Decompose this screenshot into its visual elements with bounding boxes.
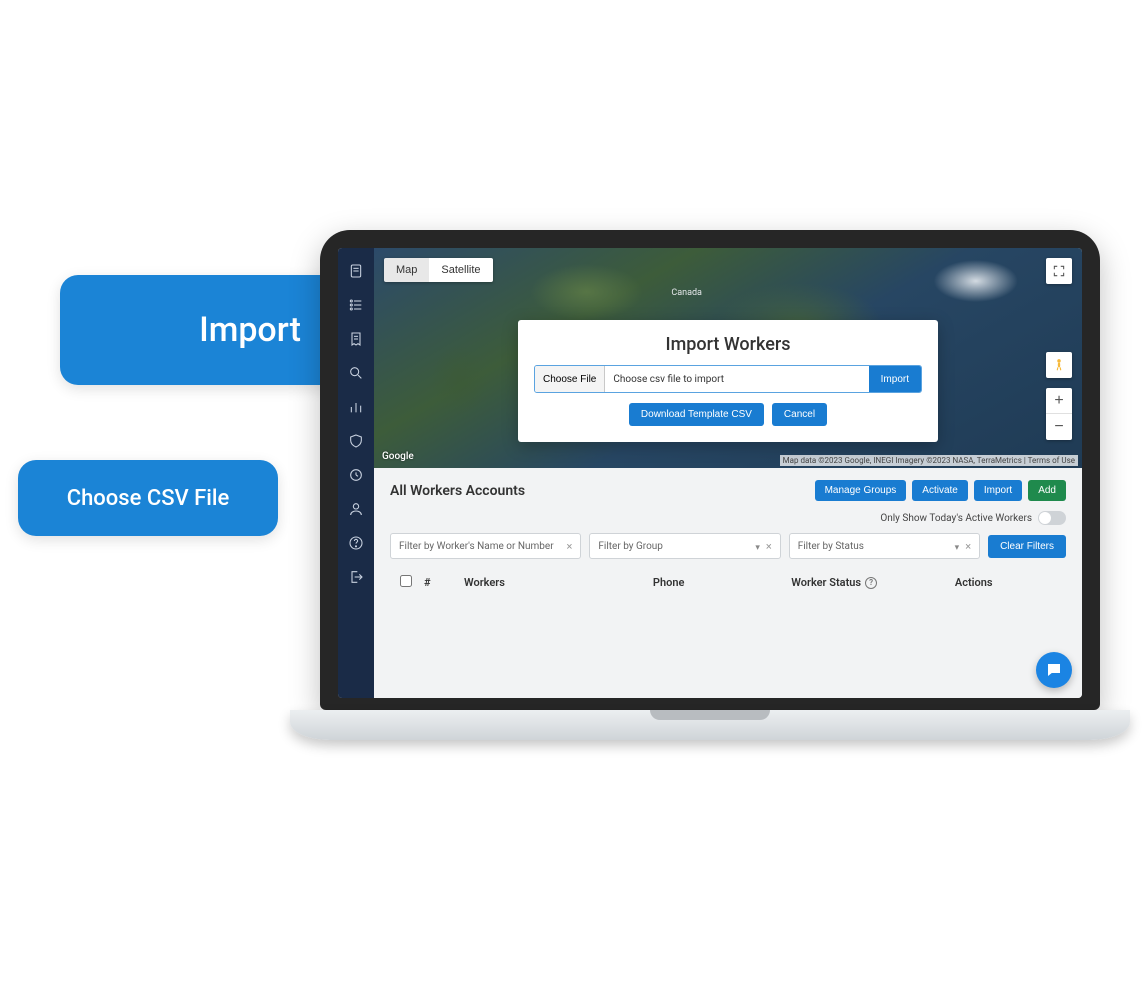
document-icon[interactable]	[347, 262, 365, 280]
workers-section: All Workers Accounts Manage Groups Activ…	[374, 468, 1082, 698]
column-workers: Workers	[458, 576, 647, 589]
sidebar-nav	[338, 248, 374, 698]
search-icon[interactable]	[347, 364, 365, 382]
analytics-icon[interactable]	[347, 398, 365, 416]
checklist-icon[interactable]	[347, 296, 365, 314]
modal-title: Import Workers	[534, 334, 922, 355]
clear-name-filter-icon[interactable]: ×	[566, 540, 572, 553]
zoom-in-button[interactable]: +	[1046, 388, 1072, 414]
map-type-map-button[interactable]: Map	[384, 258, 429, 282]
active-workers-toggle[interactable]	[1038, 511, 1066, 525]
filter-by-status[interactable]: Filter by Status ▾ ×	[789, 533, 980, 559]
map-attribution: Map data ©2023 Google, INEGI Imagery ©20…	[780, 455, 1078, 466]
map-type-satellite-button[interactable]: Satellite	[429, 258, 492, 282]
filter-by-group[interactable]: Filter by Group ▾ ×	[589, 533, 780, 559]
import-workers-modal: Import Workers Choose File Choose csv fi…	[518, 320, 938, 442]
select-all-checkbox[interactable]	[394, 575, 418, 590]
column-phone: Phone	[647, 576, 785, 589]
filter-by-name[interactable]: Filter by Worker's Name or Number ×	[390, 533, 581, 559]
map-area[interactable]: Canada Map Satellite + − Goo	[374, 248, 1082, 468]
laptop-base	[290, 710, 1130, 740]
help-circle-icon[interactable]: ?	[865, 577, 877, 589]
zoom-out-button[interactable]: −	[1046, 414, 1072, 440]
toggle-row: Only Show Today's Active Workers	[390, 511, 1066, 525]
import-button[interactable]: Import	[869, 366, 921, 392]
shield-icon[interactable]	[347, 432, 365, 450]
activate-button[interactable]: Activate	[912, 480, 968, 501]
worker-icon[interactable]	[347, 500, 365, 518]
laptop-screen-bezel: Canada Map Satellite + − Goo	[320, 230, 1100, 710]
clear-status-filter-icon[interactable]: ×	[965, 540, 971, 553]
callout-choose-csv: Choose CSV File	[18, 460, 278, 536]
map-type-switch: Map Satellite	[384, 258, 493, 282]
laptop-notch	[650, 710, 770, 720]
add-button[interactable]: Add	[1028, 480, 1066, 501]
chat-fab[interactable]	[1036, 652, 1072, 688]
clear-filters-button[interactable]: Clear Filters	[988, 535, 1066, 558]
zoom-control: + −	[1046, 388, 1072, 440]
filter-status-placeholder: Filter by Status	[798, 541, 864, 552]
toggle-label: Only Show Today's Active Workers	[880, 513, 1032, 524]
cancel-button[interactable]: Cancel	[772, 403, 827, 426]
clock-icon[interactable]	[347, 466, 365, 484]
filters-row: Filter by Worker's Name or Number × Filt…	[390, 533, 1066, 559]
column-status: Worker Status ?	[785, 576, 949, 589]
table-header: # Workers Phone Worker Status ? Actions	[390, 569, 1066, 596]
logout-icon[interactable]	[347, 568, 365, 586]
google-logo: Google	[382, 451, 414, 462]
laptop-frame: Canada Map Satellite + − Goo	[320, 230, 1100, 740]
callout-choose-label: Choose CSV File	[67, 486, 230, 511]
file-input-row: Choose File Choose csv file to import Im…	[534, 365, 922, 393]
receipt-icon[interactable]	[347, 330, 365, 348]
modal-actions: Download Template CSV Cancel	[534, 403, 922, 426]
download-template-button[interactable]: Download Template CSV	[629, 403, 764, 426]
filter-group-placeholder: Filter by Group	[598, 541, 663, 552]
manage-groups-button[interactable]: Manage Groups	[815, 480, 907, 501]
filter-name-placeholder: Filter by Worker's Name or Number	[399, 541, 554, 552]
column-actions: Actions	[949, 576, 1062, 589]
choose-file-button[interactable]: Choose File	[535, 366, 605, 392]
fullscreen-icon[interactable]	[1046, 258, 1072, 284]
section-title: All Workers Accounts	[390, 483, 525, 499]
chevron-down-icon: ▾	[955, 543, 960, 553]
pegman-icon[interactable]	[1046, 352, 1072, 378]
main-panel: Canada Map Satellite + − Goo	[374, 248, 1082, 698]
map-location-label: Canada	[671, 288, 702, 298]
section-header: All Workers Accounts Manage Groups Activ…	[390, 480, 1066, 501]
header-buttons: Manage Groups Activate Import Add	[815, 480, 1066, 501]
chevron-down-icon: ▾	[755, 543, 760, 553]
column-number: #	[418, 576, 458, 589]
import-section-button[interactable]: Import	[974, 480, 1022, 501]
help-icon[interactable]	[347, 534, 365, 552]
callout-import-label: Import	[199, 310, 301, 350]
clear-group-filter-icon[interactable]: ×	[766, 540, 772, 553]
app-screen: Canada Map Satellite + − Goo	[338, 248, 1082, 698]
file-input-placeholder[interactable]: Choose csv file to import	[605, 366, 868, 392]
